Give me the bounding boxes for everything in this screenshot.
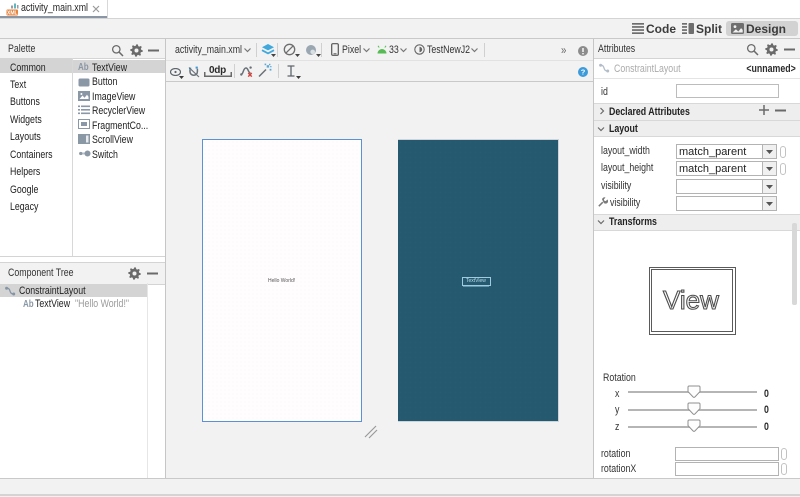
svg-text:?: ? [581,68,586,77]
